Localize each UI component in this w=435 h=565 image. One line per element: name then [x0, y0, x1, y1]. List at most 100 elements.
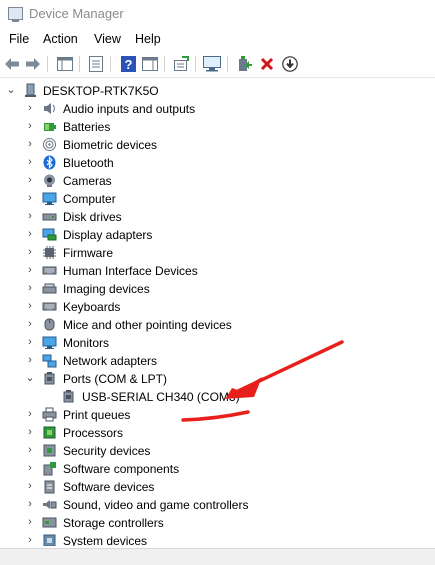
- tree-device-usb-serial-ch340-com3[interactable]: USB-SERIAL CH340 (COM3): [0, 388, 435, 406]
- chevron-right-icon[interactable]: ›: [25, 102, 35, 114]
- tree-category-label: Human Interface Devices: [63, 264, 198, 278]
- menu-file[interactable]: File: [9, 32, 29, 46]
- port-icon: [42, 371, 57, 386]
- tree-category-system-devices[interactable]: › System devices: [0, 532, 435, 546]
- chevron-right-icon[interactable]: ›: [25, 480, 35, 492]
- toolbar-separator: [79, 56, 80, 72]
- tree-category-label: Network adapters: [63, 354, 158, 368]
- menu-view[interactable]: View: [94, 32, 121, 46]
- tree-root-row[interactable]: ⌄ DESKTOP-RTK7K5O: [0, 82, 435, 100]
- download-arrow-icon[interactable]: [281, 55, 299, 73]
- properties-sheet-icon[interactable]: [87, 55, 105, 73]
- tree-category-mice-and-other-pointing-devices[interactable]: › Mice and other pointing devices: [0, 316, 435, 334]
- tree-category-disk-drives[interactable]: › Disk drives: [0, 208, 435, 226]
- chevron-right-icon[interactable]: ›: [25, 228, 35, 240]
- chevron-right-icon[interactable]: ›: [25, 174, 35, 186]
- back-arrow-icon[interactable]: [3, 55, 21, 73]
- tree-category-label: Biometric devices: [63, 138, 158, 152]
- camera-icon: [42, 173, 57, 188]
- tree-category-biometric-devices[interactable]: › Biometric devices: [0, 136, 435, 154]
- chevron-right-icon[interactable]: ›: [25, 138, 35, 150]
- tree-category-label: System devices: [63, 534, 148, 546]
- tree-root-label: DESKTOP-RTK7K5O: [43, 84, 159, 98]
- tree-category-label: Software devices: [63, 480, 155, 494]
- tree-category-keyboards[interactable]: › Keyboards: [0, 298, 435, 316]
- chevron-right-icon[interactable]: ›: [25, 462, 35, 474]
- tree-category-print-queues[interactable]: › Print queues: [0, 406, 435, 424]
- tree-category-storage-controllers[interactable]: › Storage controllers: [0, 514, 435, 532]
- monitor-icon: [42, 335, 57, 350]
- speaker-icon: [42, 101, 57, 116]
- tree-category-label: Disk drives: [63, 210, 122, 224]
- chevron-right-icon[interactable]: ›: [25, 444, 35, 456]
- chevron-right-icon[interactable]: ›: [25, 192, 35, 204]
- tree-category-imaging-devices[interactable]: › Imaging devices: [0, 280, 435, 298]
- display-adapter-icon: [42, 227, 57, 242]
- tree-category-audio-inputs-and-outputs[interactable]: › Audio inputs and outputs: [0, 100, 435, 118]
- export-list-icon[interactable]: [172, 55, 190, 73]
- chevron-right-icon[interactable]: ›: [25, 426, 35, 438]
- tree-category-bluetooth[interactable]: › Bluetooth: [0, 154, 435, 172]
- window-title: Device Manager: [29, 6, 124, 21]
- tree-category-ports-com-lpt[interactable]: ⌄ Ports (COM & LPT): [0, 370, 435, 388]
- tree-category-display-adapters[interactable]: › Display adapters: [0, 226, 435, 244]
- tree-category-human-interface-devices[interactable]: › Human Interface Devices: [0, 262, 435, 280]
- chevron-right-icon[interactable]: ›: [25, 408, 35, 420]
- tree-category-processors[interactable]: › Processors: [0, 424, 435, 442]
- toolbar-separator: [195, 56, 196, 72]
- chevron-right-icon[interactable]: ›: [25, 264, 35, 276]
- chevron-down-icon[interactable]: ⌄: [6, 84, 16, 96]
- chevron-right-icon[interactable]: ›: [25, 516, 35, 528]
- toolbar-separator: [47, 56, 48, 72]
- tree-category-firmware[interactable]: › Firmware: [0, 244, 435, 262]
- chevron-right-icon[interactable]: ›: [25, 354, 35, 366]
- system-device-icon: [42, 533, 57, 546]
- chevron-right-icon[interactable]: ›: [25, 498, 35, 510]
- chevron-right-icon[interactable]: ›: [25, 534, 35, 546]
- uninstall-device-icon[interactable]: [258, 55, 276, 73]
- svg-text:?: ?: [124, 57, 132, 72]
- action-pane-icon[interactable]: [141, 55, 159, 73]
- printer-icon: [42, 407, 57, 422]
- software-device-icon: [42, 479, 57, 494]
- device-tree: ⌄ DESKTOP-RTK7K5O › Audio inputs and outp…: [0, 80, 435, 546]
- tree-category-label: Ports (COM & LPT): [63, 372, 168, 386]
- tree-category-computer[interactable]: › Computer: [0, 190, 435, 208]
- toolbar-separator: [164, 56, 165, 72]
- help-icon[interactable]: ?: [119, 55, 137, 73]
- tree-category-label: Computer: [63, 192, 116, 206]
- menu-help[interactable]: Help: [135, 32, 161, 46]
- menu-bar: File Action View Help: [0, 30, 435, 50]
- chevron-right-icon[interactable]: ›: [25, 120, 35, 132]
- update-driver-icon[interactable]: [235, 55, 253, 73]
- tree-category-cameras[interactable]: › Cameras: [0, 172, 435, 190]
- tree-category-sound-video-and-game-controllers[interactable]: › Sound, video and game controllers: [0, 496, 435, 514]
- tree-category-network-adapters[interactable]: › Network adapters: [0, 352, 435, 370]
- tree-category-label: Sound, video and game controllers: [63, 498, 249, 512]
- chevron-right-icon[interactable]: ›: [25, 156, 35, 168]
- toolbar-separator: [227, 56, 228, 72]
- bluetooth-icon: [42, 155, 57, 170]
- chevron-right-icon[interactable]: ›: [25, 318, 35, 330]
- port-icon: [61, 389, 76, 404]
- toolbar: ?: [0, 51, 435, 78]
- tree-category-batteries[interactable]: › Batteries: [0, 118, 435, 136]
- chevron-right-icon[interactable]: ›: [25, 282, 35, 294]
- chevron-right-icon[interactable]: ›: [25, 246, 35, 258]
- security-icon: [42, 443, 57, 458]
- tree-category-label: Audio inputs and outputs: [63, 102, 196, 116]
- chevron-right-icon[interactable]: ›: [25, 210, 35, 222]
- fingerprint-icon: [42, 137, 57, 152]
- tree-category-security-devices[interactable]: › Security devices: [0, 442, 435, 460]
- menu-action[interactable]: Action: [43, 32, 78, 46]
- forward-arrow-icon[interactable]: [24, 55, 42, 73]
- chevron-right-icon[interactable]: ›: [25, 300, 35, 312]
- tree-category-label: Batteries: [63, 120, 111, 134]
- tree-category-monitors[interactable]: › Monitors: [0, 334, 435, 352]
- tree-category-software-components[interactable]: › Software components: [0, 460, 435, 478]
- chevron-down-icon[interactable]: ⌄: [25, 372, 35, 384]
- scan-hardware-changes-icon[interactable]: [203, 55, 221, 73]
- show-hide-console-tree-icon[interactable]: [56, 55, 74, 73]
- chevron-right-icon[interactable]: ›: [25, 336, 35, 348]
- tree-category-software-devices[interactable]: › Software devices: [0, 478, 435, 496]
